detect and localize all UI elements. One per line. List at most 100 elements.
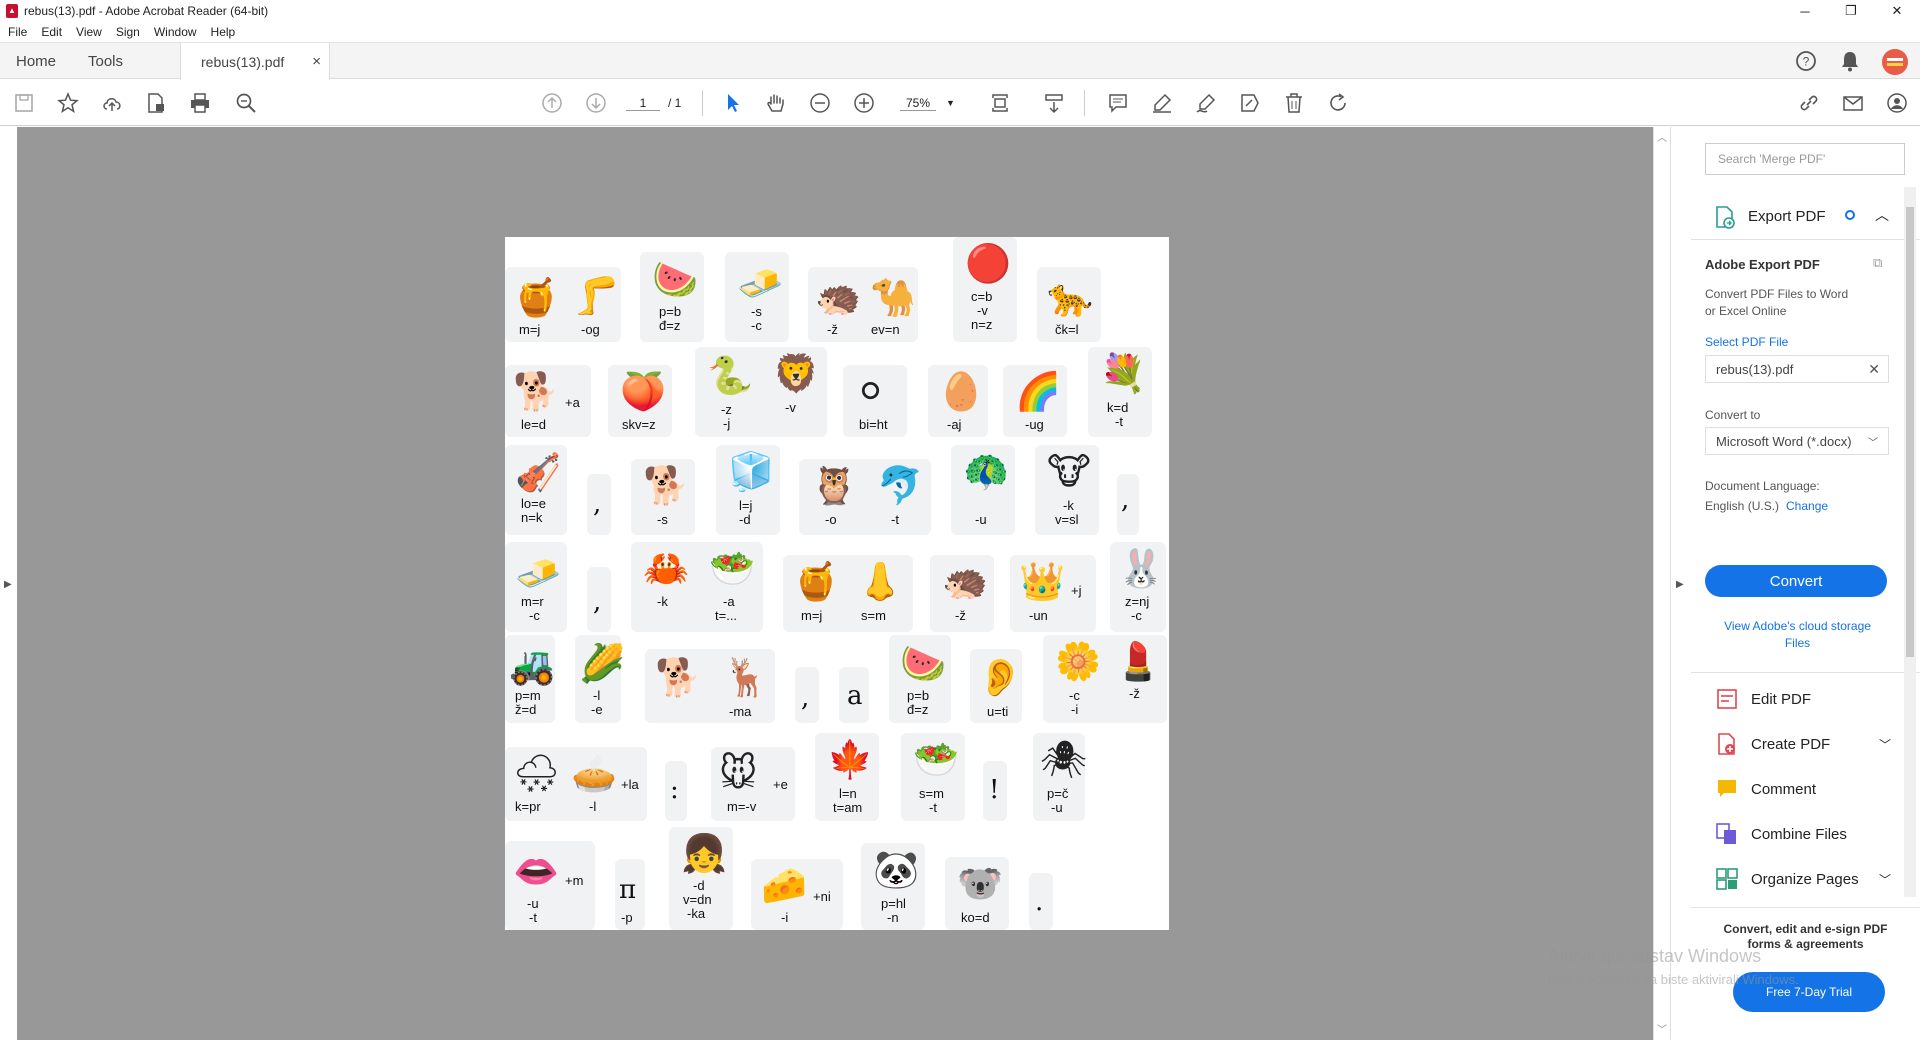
save-icon[interactable] [10, 89, 38, 117]
panel-scroll-thumb[interactable] [1906, 207, 1914, 657]
rebus-label: -u [975, 512, 987, 527]
cloud-storage-link-line1[interactable]: View Adobe's cloud storage [1691, 619, 1904, 633]
delete-icon[interactable] [1280, 89, 1308, 117]
menu-file[interactable]: File [8, 25, 27, 39]
rebus-label: -ma [729, 704, 752, 719]
sign-icon[interactable] [1192, 89, 1220, 117]
tool-combine-files[interactable]: Combine Files [1691, 816, 1920, 852]
comment-tool-icon [1715, 777, 1739, 801]
chevron-down-icon[interactable]: ﹀ [1879, 871, 1891, 888]
rebus-label: -l [593, 688, 601, 703]
tab-document[interactable]: rebus(13).pdf × [180, 43, 330, 80]
send-sign-icon[interactable] [1236, 89, 1264, 117]
clear-file-icon[interactable]: ✕ [1868, 361, 1880, 378]
page-fit-icon[interactable] [986, 89, 1014, 117]
rebus-label: l=j [739, 498, 753, 513]
rebus-label: p=hl [881, 896, 906, 911]
format-select[interactable]: Microsoft Word (*.docx) ﹀ [1705, 427, 1889, 455]
share-user-icon[interactable] [1883, 89, 1911, 117]
share-link-icon[interactable] [1795, 89, 1823, 117]
highlight-pen-icon[interactable] [1148, 89, 1176, 117]
chevron-down-icon[interactable]: ﹀ [1879, 736, 1891, 753]
acrobat-window: ▲ rebus(13).pdf - Adobe Acrobat Reader (… [0, 0, 1920, 1040]
vertical-scrollbar[interactable]: ︿ ﹀ [1653, 127, 1670, 1040]
minimize-button[interactable]: ─ [1782, 0, 1828, 22]
star-icon[interactable] [54, 89, 82, 117]
tab-home[interactable]: Home [16, 43, 56, 79]
tab-tools[interactable]: Tools [88, 43, 123, 79]
rebus-label: đ=z [659, 318, 681, 333]
collapse-right-panel-icon[interactable]: ▶ [1676, 579, 1684, 590]
tool-create-pdf[interactable]: Create PDF ﹀ [1691, 726, 1920, 762]
cloud-storage-link-line2[interactable]: Files [1691, 636, 1904, 650]
menu-bar: File Edit View Sign Window Help [0, 22, 1920, 42]
adobe-export-title: Adobe Export PDF [1705, 257, 1820, 272]
expand-left-panel-icon[interactable]: ▶ [4, 579, 12, 590]
scroll-up-icon[interactable]: ︿ [1657, 129, 1667, 144]
close-window-button[interactable]: ✕ [1874, 0, 1920, 22]
hand-tool-icon[interactable] [762, 89, 790, 117]
rotate-icon[interactable] [1324, 89, 1352, 117]
menu-window[interactable]: Window [154, 25, 197, 39]
doc-language-label: Document Language: [1705, 479, 1820, 493]
select-pdf-file-link[interactable]: Select PDF File [1705, 335, 1788, 349]
file-lock-icon[interactable] [142, 89, 170, 117]
export-pdf-header[interactable]: Export PDF ︿ [1691, 197, 1920, 237]
change-language-link[interactable]: Change [1786, 499, 1828, 513]
bell-icon[interactable] [1838, 49, 1862, 73]
panel-scrollbar[interactable] [1904, 187, 1916, 897]
tab-document-label: rebus(13).pdf [201, 53, 285, 70]
selected-file-field[interactable]: rebus(13).pdf ✕ [1705, 355, 1889, 383]
rebus-label: čk=l [1055, 322, 1079, 337]
print-icon[interactable] [186, 89, 214, 117]
zoom-select[interactable]: 75% ▼ [900, 91, 964, 115]
rebus-add-label: +a [565, 395, 580, 410]
title-bar: ▲ rebus(13).pdf - Adobe Acrobat Reader (… [0, 0, 1920, 22]
tool-comment[interactable]: Comment [1691, 771, 1920, 807]
find-icon[interactable] [232, 89, 260, 117]
zoom-out-icon[interactable] [806, 89, 834, 117]
menu-view[interactable]: View [76, 25, 102, 39]
rebus-label: t=am [833, 800, 863, 815]
menu-sign[interactable]: Sign [116, 25, 140, 39]
windows-activation-subtitle: Idite u postavke da biste aktivirali Win… [1548, 972, 1799, 987]
rebus-label: -c [1069, 688, 1080, 703]
select-cursor-icon[interactable] [719, 89, 747, 117]
selected-file-name: rebus(13).pdf [1716, 361, 1794, 377]
language-value: English (U.S.) [1705, 499, 1780, 513]
salad-icon: 🥗 [709, 547, 756, 590]
comment-icon[interactable] [1104, 89, 1132, 117]
rebus-label: -o [825, 512, 837, 527]
close-tab-button[interactable]: × [312, 53, 321, 70]
rebus-label: skv=z [622, 417, 656, 432]
menu-edit[interactable]: Edit [41, 25, 62, 39]
menu-help[interactable]: Help [211, 25, 236, 39]
email-icon[interactable] [1839, 89, 1867, 117]
zoom-in-icon[interactable] [850, 89, 878, 117]
upload-cloud-icon[interactable] [98, 89, 126, 117]
scroll-mode-icon[interactable] [1040, 89, 1068, 117]
period-symbol: . [1035, 887, 1044, 917]
rebus-label: ž=d [515, 702, 537, 717]
avatar[interactable] [1882, 49, 1908, 75]
next-page-icon[interactable] [582, 89, 610, 117]
rebus-label: u=ti [987, 704, 1009, 719]
tool-organize-pages[interactable]: Organize Pages ﹀ [1691, 861, 1920, 897]
copy-icon[interactable]: ⧉ [1873, 255, 1882, 271]
tool-label: Combine Files [1751, 825, 1847, 843]
scroll-down-icon[interactable]: ﹀ [1657, 1021, 1667, 1036]
convert-button[interactable]: Convert [1705, 565, 1887, 597]
rebus-label: l=n [839, 786, 857, 801]
chevron-up-icon[interactable]: ︿ [1875, 205, 1889, 225]
left-panel-strip: ▶ [0, 127, 17, 1040]
rebus-label: p=b [659, 304, 682, 319]
tool-edit-pdf[interactable]: Edit PDF [1691, 681, 1920, 717]
page-number-input[interactable]: 1 [626, 96, 660, 111]
help-icon[interactable]: ? [1794, 49, 1818, 73]
maximize-button[interactable]: ❐ [1828, 0, 1874, 22]
lips-icon: 👄 [513, 850, 560, 893]
pie-icon: 🥧 [571, 752, 618, 795]
prev-page-icon[interactable] [538, 89, 566, 117]
header-right-icons: ? [1794, 49, 1908, 75]
search-input[interactable]: Search 'Merge PDF' [1705, 143, 1905, 175]
